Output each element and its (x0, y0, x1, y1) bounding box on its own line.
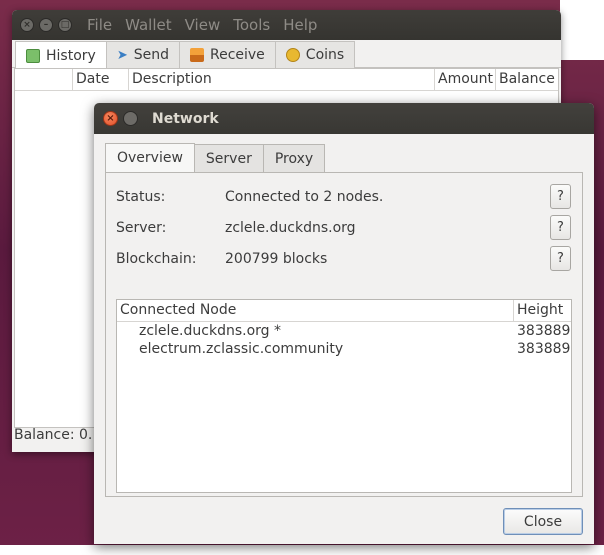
tab-send-label: Send (133, 47, 169, 63)
connected-nodes-table[interactable]: Connected Node Height zclele.duckdns.org… (116, 299, 572, 493)
status-value: Connected to 2 nodes. (225, 189, 384, 205)
tab-receive[interactable]: Receive (178, 41, 276, 68)
network-tab-bar: Overview Server Proxy (105, 143, 326, 172)
wallet-titlebar: × – □ File Wallet View Tools Help (12, 10, 561, 40)
window-minimize-icon[interactable]: – (39, 18, 53, 32)
tab-receive-label: Receive (209, 47, 265, 63)
history-col-icon[interactable] (15, 69, 73, 90)
window-maximize-icon[interactable]: □ (58, 18, 72, 32)
blockchain-row: Blockchain: 200799 blocks (116, 245, 327, 273)
history-col-balance[interactable]: Balance (496, 69, 558, 90)
status-help-button[interactable]: ? (550, 184, 571, 209)
server-help-button[interactable]: ? (550, 215, 571, 240)
dialog-close-icon[interactable]: × (103, 111, 118, 126)
status-label: Status: (116, 189, 166, 205)
blockchain-value: 200799 blocks (225, 251, 328, 267)
tab-coins[interactable]: Coins (274, 41, 356, 68)
nodes-header: Connected Node Height (117, 300, 571, 322)
node-name: electrum.zclassic.community (139, 341, 344, 357)
server-row: Server: zclele.duckdns.org (116, 214, 356, 242)
network-titlebar: × Network (94, 103, 594, 134)
coins-icon (285, 48, 300, 62)
desktop-margin (560, 0, 604, 60)
balance-status: Balance: 0. Z (14, 427, 107, 443)
menu-tools[interactable]: Tools (233, 16, 270, 34)
blockchain-help-button[interactable]: ? (550, 246, 571, 271)
server-label: Server: (116, 220, 167, 236)
menu-file[interactable]: File (87, 16, 112, 34)
dialog-minimize-icon[interactable] (123, 111, 138, 126)
receive-icon (189, 48, 204, 62)
menu-wallet[interactable]: Wallet (125, 16, 172, 34)
tab-history-label: History (46, 47, 96, 64)
nodes-col-height[interactable]: Height (514, 300, 571, 321)
dialog-title: Network (152, 110, 219, 127)
overview-panel: Status: Connected to 2 nodes. ? Server: … (105, 172, 583, 497)
menu-view[interactable]: View (185, 16, 221, 34)
history-icon (26, 48, 40, 63)
node-height: 383889 (517, 341, 571, 357)
tab-history[interactable]: History (15, 41, 107, 69)
node-name: zclele.duckdns.org * (139, 323, 281, 339)
close-button[interactable]: Close (503, 508, 583, 535)
network-dialog: × Network Overview Server Proxy Status: … (94, 103, 594, 544)
node-row[interactable]: electrum.zclassic.community 383889 (117, 340, 571, 358)
desktop-margin-bottom (0, 545, 604, 555)
node-row[interactable]: zclele.duckdns.org * 383889 (117, 322, 571, 340)
node-height: 383889 (517, 323, 571, 339)
history-col-amount[interactable]: Amount (435, 69, 496, 90)
tab-send[interactable]: ➤ Send (105, 41, 180, 68)
wallet-tab-bar: History ➤ Send Receive Coins (12, 40, 561, 69)
tab-proxy[interactable]: Proxy (262, 144, 326, 172)
server-value: zclele.duckdns.org (225, 220, 356, 236)
window-close-icon[interactable]: × (20, 18, 34, 32)
tab-coins-label: Coins (305, 47, 345, 63)
menu-help[interactable]: Help (283, 16, 317, 34)
tab-server[interactable]: Server (193, 144, 264, 172)
tab-overview[interactable]: Overview (105, 143, 195, 172)
history-header: Date Description Amount Balance (15, 69, 558, 91)
blockchain-label: Blockchain: (116, 251, 197, 267)
history-col-description[interactable]: Description (129, 69, 435, 90)
history-col-date[interactable]: Date (73, 69, 129, 90)
status-row: Status: Connected to 2 nodes. (116, 183, 383, 211)
menu-bar: File Wallet View Tools Help (87, 16, 330, 34)
send-icon: ➤ (116, 48, 128, 63)
nodes-col-node[interactable]: Connected Node (117, 300, 514, 321)
